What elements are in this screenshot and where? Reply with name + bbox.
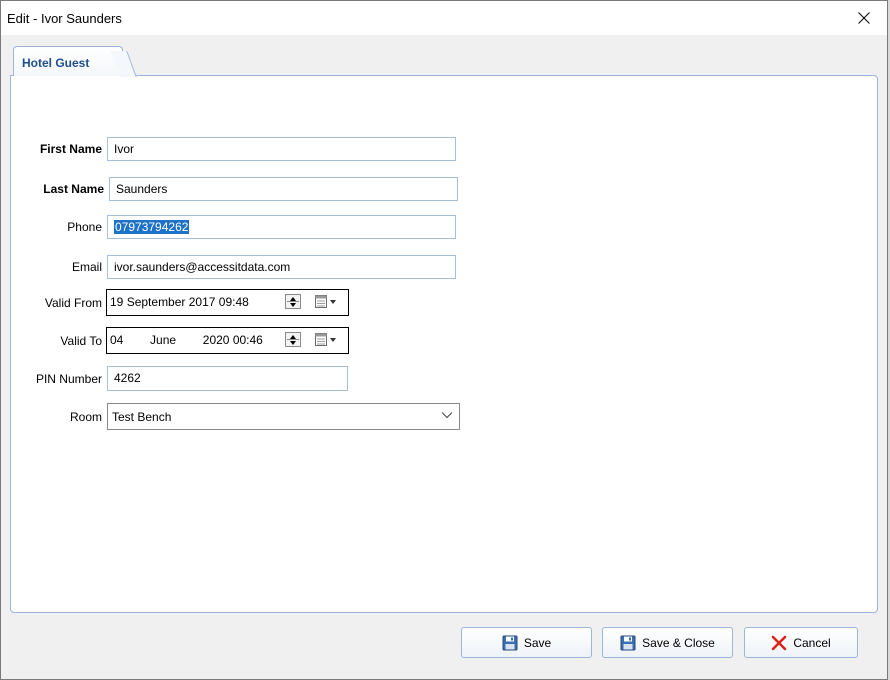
first-name-value: Ivor — [114, 142, 135, 156]
room-value: Test Bench — [112, 410, 172, 424]
save-close-button-label: Save & Close — [642, 635, 715, 650]
cancel-button-label: Cancel — [793, 635, 831, 650]
close-button[interactable] — [841, 1, 887, 35]
save-button-label: Save — [523, 635, 552, 650]
pin-value: 4262 — [114, 371, 141, 385]
first-name-label: First Name — [39, 142, 102, 156]
edit-dialog: Edit - Ivor Saunders Hotel Guest First N… — [0, 0, 888, 680]
cancel-x-icon — [772, 635, 787, 650]
valid-to-picker[interactable]: 04 June 2020 00:46 — [106, 327, 349, 354]
calendar-dropdown-icon[interactable] — [314, 332, 340, 347]
title-bar: Edit - Ivor Saunders — [1, 1, 887, 35]
close-icon — [858, 12, 870, 24]
valid-to-day[interactable]: 04 — [110, 333, 123, 347]
spin-down-icon — [290, 341, 296, 345]
last-name-value: Saunders — [116, 182, 168, 196]
valid-from-label: Valid From — [44, 296, 102, 310]
save-button[interactable]: Save — [461, 627, 592, 658]
floppy-disk-icon — [502, 635, 518, 650]
valid-from-time[interactable]: 09:48 — [219, 295, 249, 309]
first-name-field[interactable]: Ivor — [107, 137, 456, 161]
last-name-label: Last Name — [43, 182, 104, 196]
valid-from-month[interactable]: September — [127, 295, 186, 309]
save-close-button[interactable]: Save & Close — [602, 627, 733, 658]
email-value: ivor.saunders@accessitdata.com — [114, 260, 291, 274]
tab-label: Hotel Guest — [22, 56, 90, 70]
room-select[interactable]: Test Bench — [107, 403, 460, 430]
email-label: Email — [71, 260, 102, 274]
valid-from-spinner[interactable] — [285, 294, 301, 309]
email-field[interactable]: ivor.saunders@accessitdata.com — [107, 255, 456, 279]
valid-to-month[interactable]: June — [150, 333, 176, 347]
phone-label: Phone — [67, 220, 102, 234]
tab-hotel-guest[interactable]: Hotel Guest — [13, 46, 123, 76]
valid-to-year[interactable]: 2020 — [203, 333, 230, 347]
last-name-field[interactable]: Saunders — [109, 177, 458, 201]
cancel-button[interactable]: Cancel — [744, 627, 858, 658]
floppy-disk-icon — [620, 635, 636, 650]
window-title: Edit - Ivor Saunders — [7, 11, 122, 26]
chevron-down-icon — [441, 412, 453, 419]
valid-from-picker[interactable]: 19 September 2017 09:48 — [106, 289, 349, 316]
pin-label: PIN Number — [35, 372, 102, 386]
calendar-dropdown-icon[interactable] — [314, 294, 340, 309]
spin-down-icon — [290, 303, 296, 307]
valid-from-year[interactable]: 2017 — [189, 295, 216, 309]
phone-value: 07973794262 — [114, 220, 190, 234]
valid-to-time[interactable]: 00:46 — [233, 333, 263, 347]
room-label: Room — [69, 410, 102, 424]
valid-to-spinner[interactable] — [285, 332, 301, 347]
phone-field[interactable]: 07973794262 — [107, 215, 456, 239]
valid-from-day[interactable]: 19 — [110, 295, 123, 309]
pin-field[interactable]: 4262 — [107, 366, 348, 391]
valid-to-label: Valid To — [60, 334, 102, 348]
